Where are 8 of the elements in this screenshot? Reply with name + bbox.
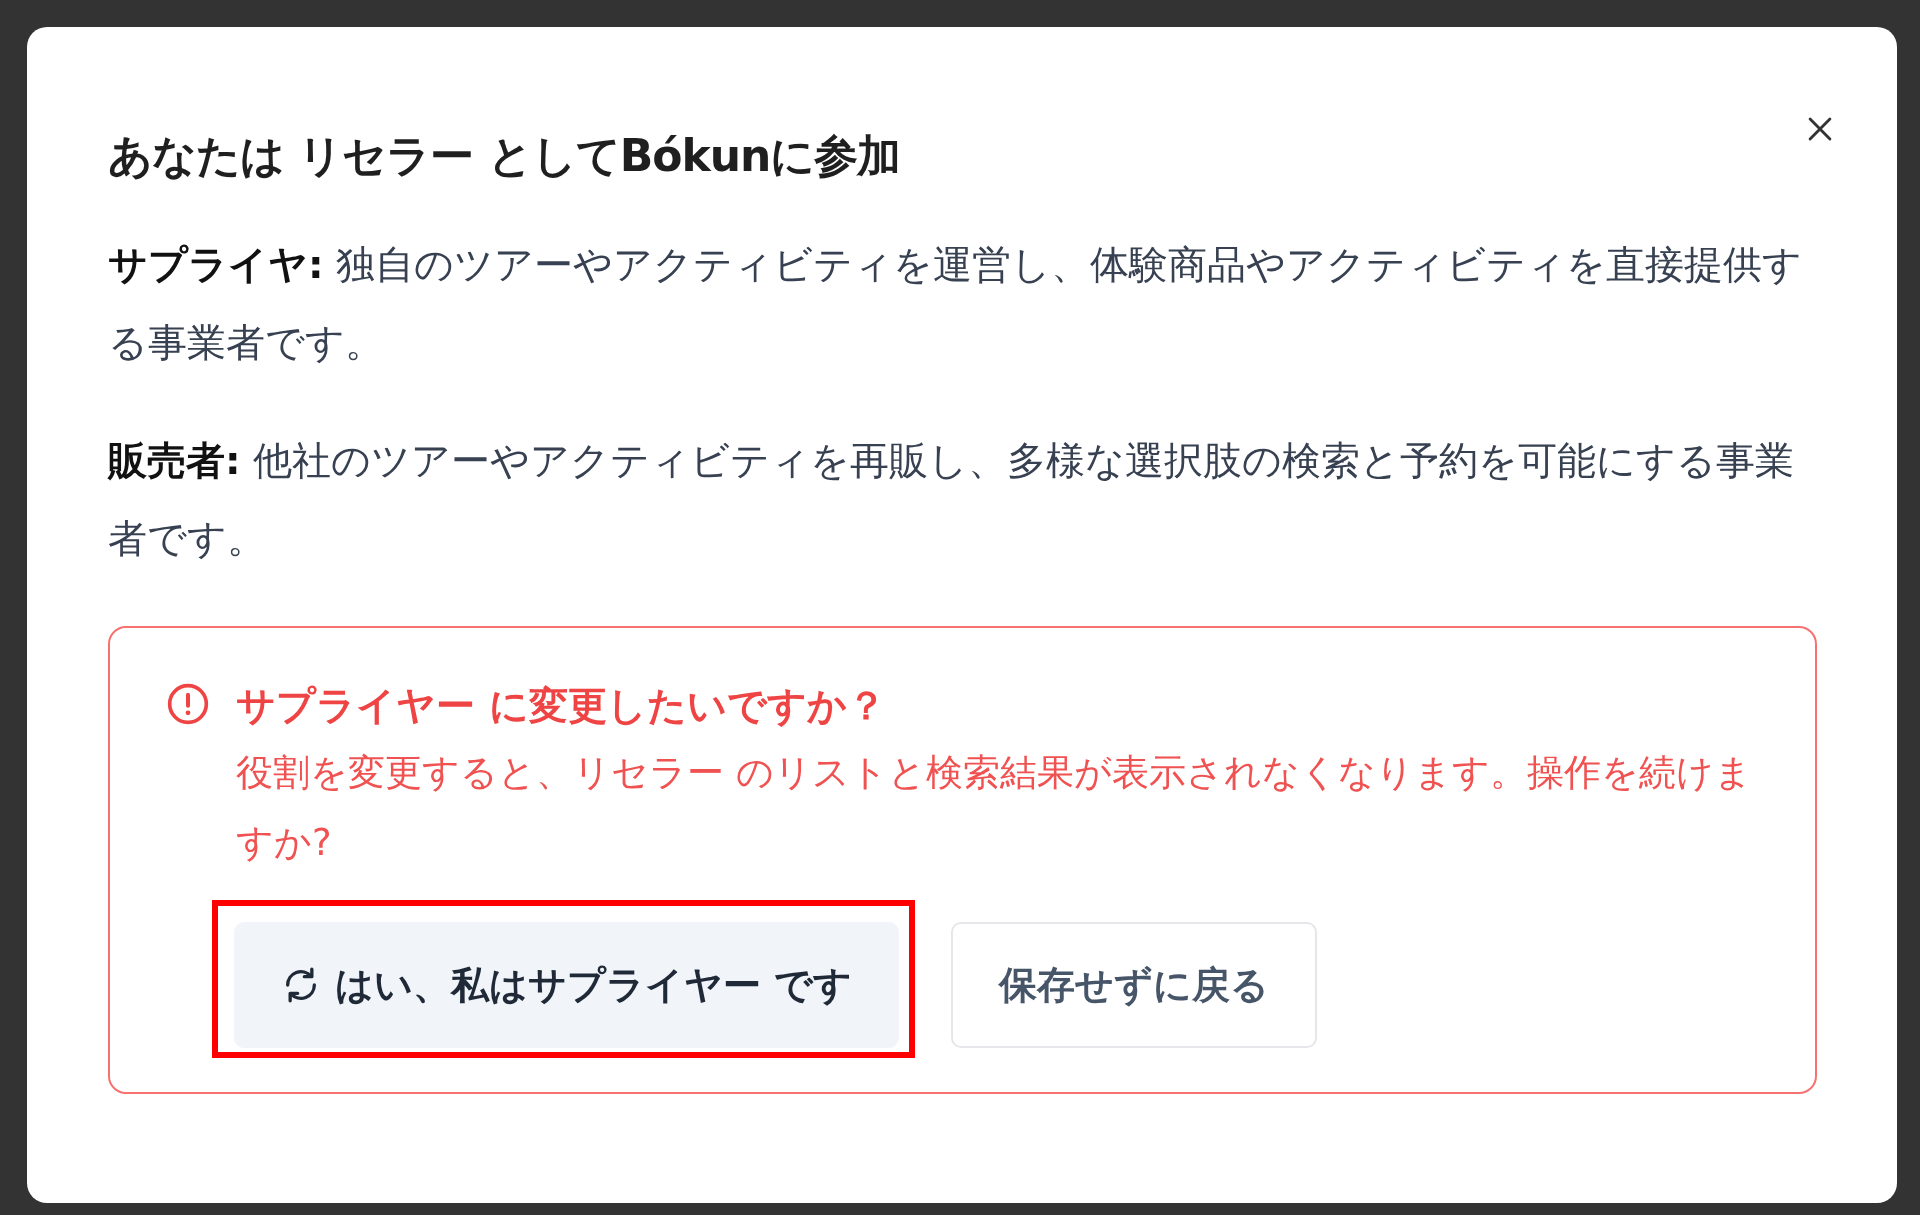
warning-icon bbox=[166, 682, 210, 726]
description-text: 販売者: 他社のツアーやアクティビティを再販し、多様な選択肢の検索と予約を可能にする事業者です。 bbox=[108, 437, 1795, 563]
confirm-button[interactable]: はい、私はサプライヤー です bbox=[234, 922, 900, 1048]
cancel-button[interactable]: 保存せずに戻る bbox=[951, 922, 1318, 1048]
dialog-title: あなたは リセラー としてBókunに参加 bbox=[108, 129, 901, 183]
warning-title: サプライヤー に変更したいですか？ bbox=[236, 682, 887, 730]
warning-message: 役割を変更すると、リセラー のリストと検索結果が表示されなくなります。操作を続けますか? bbox=[236, 750, 1753, 866]
description-text: サプライヤ: 独自のツアーやアクティビティを運営し、体験商品やアクティビティを直接提供する事業者です。 bbox=[108, 241, 1803, 367]
